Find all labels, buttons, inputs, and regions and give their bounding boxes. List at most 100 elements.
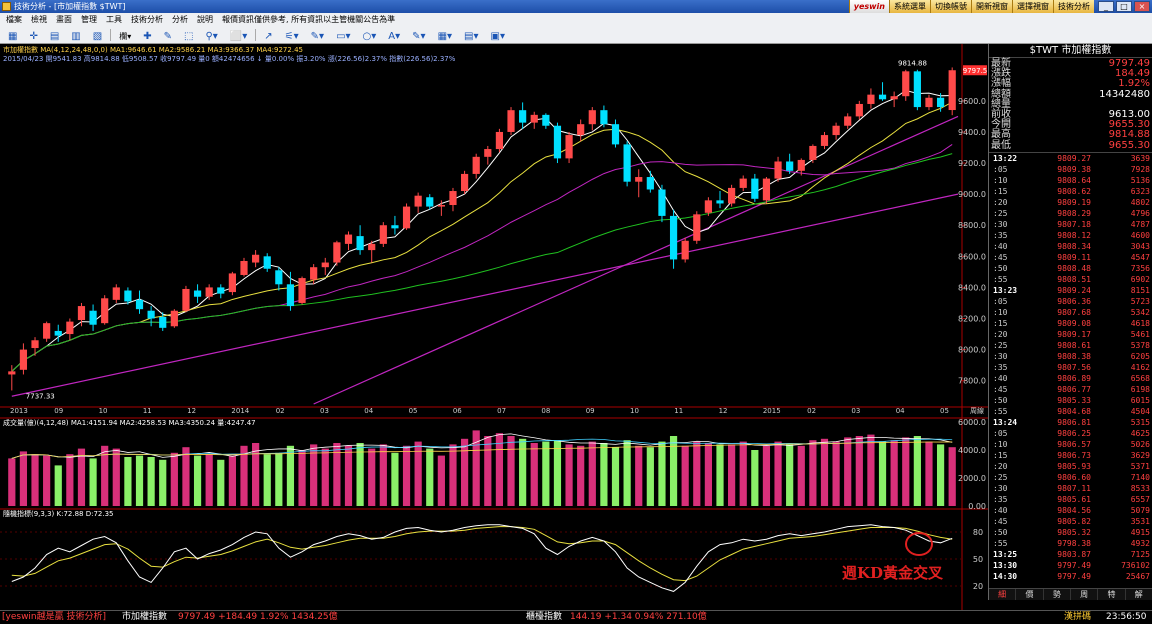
quote-tab[interactable]: 特 [1098,589,1126,600]
layout-icon[interactable]: ▤ [46,29,63,42]
zoom-icon[interactable]: ⚲▾ [201,29,221,42]
new-window-button[interactable]: 開新視窗 [971,0,1012,13]
volume-bar [913,436,921,506]
candle-body [797,159,805,171]
box-icon[interactable]: ▭▾ [332,29,354,42]
crosshair-icon[interactable]: ✛ [25,29,41,42]
frame-icon[interactable]: ⬚ [180,29,197,42]
volume-bar [728,444,736,506]
index2-value: 144.19 +1.34 0.94% 271.10億 [570,612,707,622]
kd-golden-cross-annotation: 週KD黃金交叉 [842,564,944,582]
field-dropdown[interactable]: 欄▾ [115,29,135,42]
tick-volume: 6205 [1130,351,1150,361]
index2-name[interactable]: 櫃檯指數 [526,611,562,624]
draw-icon[interactable]: ✎▾ [307,29,328,42]
input-mode[interactable]: 漢拼碼 [1064,611,1091,624]
tick-time: :35 [993,494,1008,504]
candle-body [611,124,620,145]
quote-tab[interactable]: 解 [1126,589,1152,600]
candle-body [240,260,248,275]
switch-account-button[interactable]: 切換帳號 [930,0,971,13]
marker-icon[interactable]: ✎▾ [408,29,429,42]
candle-body [658,189,666,216]
ellipse-icon[interactable]: ○▾ [359,29,381,42]
quote-tab[interactable]: 細 [989,589,1017,600]
add-icon[interactable]: ✚ [139,29,155,42]
candle-body [275,270,283,285]
candle-body [925,97,933,108]
columns-icon[interactable]: ▥ [67,29,84,42]
yeswin-logo-button[interactable]: yeswin [848,0,889,13]
price-axis-label: 8200.0 [958,315,986,324]
chart-area[interactable]: 市加權指數 MA(4,12,24,48,0,0) MA1:9646.61 MA2… [0,44,988,610]
menu-screen[interactable]: 畫面 [56,13,72,27]
tick-volume: 4787 [1130,219,1150,229]
volume-bar [472,430,480,506]
top-button-bar: yeswin 系統選單 切換帳號 開新視窗 選擇視窗 技術分析 [848,0,1094,13]
menu-help[interactable]: 說明 [197,13,213,27]
system-menu-button[interactable]: 系統選單 [889,0,930,13]
candle-body [948,70,956,111]
menu-manage[interactable]: 管理 [81,13,97,27]
menu-tools[interactable]: 工具 [106,13,122,27]
panel-icon[interactable]: ▧ [89,29,106,42]
tick-volume: 736102 [1121,560,1150,570]
text-icon[interactable]: A▾ [384,29,404,42]
menu-analysis[interactable]: 分析 [172,13,188,27]
rectangle-icon[interactable]: ⬜▾ [226,29,251,42]
volume-bar [147,457,155,506]
quote-summary: 最新 9797.49 漲跌 184.49 漲幅 1.92% 總額 14342480 總量 前收 96… [989,58,1152,152]
tick-volume: 3629 [1130,450,1150,460]
trendline-icon[interactable]: ↗ [260,29,276,42]
grid-icon[interactable]: ▦ [4,29,21,42]
tick-price: 9797.49 [1057,571,1091,581]
index1-name[interactable]: 市加權指數 [122,611,167,624]
menu-view[interactable]: 檢視 [31,13,47,27]
save-icon[interactable]: ▣▾ [487,29,509,42]
quote-tab[interactable]: 勢 [1044,589,1071,600]
quote-tab[interactable]: 周 [1071,589,1099,600]
volume-bar [507,436,515,506]
volume-bar [739,441,747,506]
volume-bar [809,440,817,506]
close-icon[interactable]: × [1134,1,1150,12]
minimize-icon[interactable]: _ [1098,1,1114,12]
technical-analysis-button[interactable]: 技術分析 [1053,0,1094,13]
list-icon[interactable]: ▤▾ [460,29,482,42]
tick-row: 14:30 9797.49 25467 [989,571,1152,582]
volume-bar [936,444,945,506]
table-icon[interactable]: ▦▾ [434,29,456,42]
tick-volume: 5079 [1130,505,1150,515]
volume-bar [135,455,144,506]
tick-list[interactable]: 13:22 9809.27 3639:05 9809.38 7928:10 9808.64… [989,151,1152,582]
tick-price: 9806.25 [1057,428,1091,438]
select-window-button[interactable]: 選擇視窗 [1012,0,1053,13]
tick-volume: 7140 [1130,472,1150,482]
volume-bar [182,447,190,506]
tick-price: 9808.29 [1057,208,1091,218]
volume-bar [704,443,712,506]
volume-bar [530,443,538,506]
tick-volume: 8151 [1130,285,1150,295]
volume-axis-label: 4000.0 [958,446,986,455]
tick-time: :05 [993,164,1008,174]
tick-row: :10 9808.64 5136 [989,175,1152,186]
tick-row: :50 9805.33 6015 [989,395,1152,406]
window-title: 技術分析 - [市加權指數 $TWT] [14,2,126,11]
candle-body [855,103,863,117]
menu-file[interactable]: 檔案 [6,13,22,27]
quote-tab[interactable]: 價 [1016,589,1044,600]
menu-technical[interactable]: 技術分析 [131,13,163,27]
tick-volume: 4932 [1130,538,1150,548]
tick-time: 13:22 [993,153,1018,163]
maximize-icon[interactable]: □ [1116,1,1132,12]
tick-row: :15 9806.73 3629 [989,450,1152,461]
pencil-icon[interactable]: ✎ [160,29,176,42]
low-label: 7737.33 [26,392,55,400]
tick-row: 13:24 9806.81 5315 [989,417,1152,428]
tick-row: :05 9806.36 5723 [989,296,1152,307]
tick-price: 9805.93 [1057,461,1091,471]
candle-body [66,321,74,335]
fan-icon[interactable]: ⚟▾ [281,29,303,42]
candle-body [878,94,887,100]
